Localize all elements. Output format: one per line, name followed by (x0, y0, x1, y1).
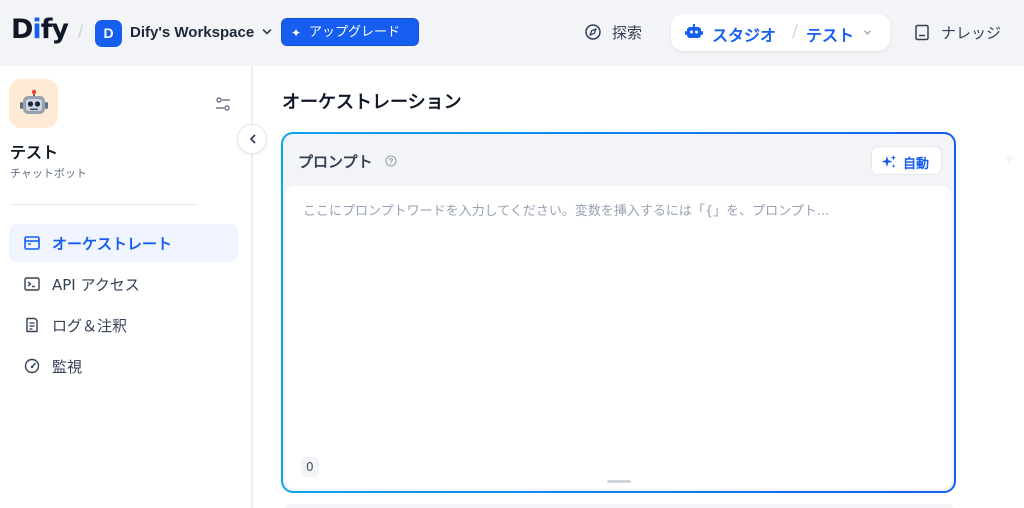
dashboard-gauge-icon (24, 358, 40, 374)
chevron-down-icon[interactable] (863, 28, 872, 37)
prompt-header: プロンプト 自動 (283, 134, 954, 186)
dify-logo[interactable]: Dify (11, 14, 69, 45)
auto-generate-label: 自動 (903, 157, 930, 172)
help-circle-icon[interactable] (385, 155, 397, 167)
chevron-left-icon (250, 134, 256, 144)
chevron-down-icon[interactable] (262, 27, 272, 37)
settings-sliders-icon[interactable] (214, 96, 232, 112)
book-icon (915, 24, 929, 41)
upgrade-button[interactable]: ✦ アップグレード (281, 18, 419, 46)
terminal-icon (24, 277, 40, 291)
prompt-label: プロンプト (298, 153, 373, 171)
nav-studio-label: スタジオ (712, 26, 777, 45)
robot-icon (685, 24, 703, 38)
app-name: テスト (10, 143, 59, 162)
sidebar-item-label: ログ＆注釈 (52, 317, 128, 335)
file-list-icon (26, 317, 38, 333)
orchestration-panel: オーケストレーション プロンプト 自動 ここにプロンプトワードを入力してください… (253, 66, 1024, 508)
nav-knowledge-label: ナレッジ (941, 24, 1002, 42)
prompt-placeholder: ここにプロンプトワードを入力してください。変数を挿入するには「{」を、プロンプト… (303, 204, 830, 219)
logo-text-pre: D (11, 14, 33, 45)
prompt-textarea[interactable]: ここにプロンプトワードを入力してください。変数を挿入するには「{」を、プロンプト… (285, 186, 952, 489)
sidebar-item-label: API アクセス (52, 276, 140, 294)
window-icon (24, 236, 40, 250)
upgrade-label: アップグレード (309, 25, 401, 40)
logo-text-accent: i (32, 14, 41, 45)
prompt-editor: プロンプト 自動 ここにプロンプトワードを入力してください。変数を挿入するには「… (281, 132, 956, 493)
app-type: チャットボット (10, 167, 87, 180)
sidebar-item-label: 監視 (52, 358, 83, 376)
logo-text-post: fy (40, 14, 69, 45)
app-sidebar: テスト チャットボット オーケストレート API アクセス ログ＆注釈 監視 (0, 66, 252, 508)
sparkle-icon: ✦ (291, 26, 302, 40)
magic-sparkles-icon (881, 155, 897, 168)
sidebar-item-label: オーケストレート (52, 235, 173, 253)
logo-separator: / (78, 22, 84, 42)
sidebar-item-logs-annotations[interactable]: ログ＆注釈 (9, 306, 238, 344)
compass-icon (585, 24, 601, 40)
sidebar-item-api-access[interactable]: API アクセス (9, 265, 238, 303)
sidebar-item-monitoring[interactable]: 監視 (9, 347, 238, 385)
prompt-editor-inner: プロンプト 自動 ここにプロンプトワードを入力してください。変数を挿入するには「… (283, 134, 954, 491)
resize-handle[interactable] (607, 480, 631, 483)
page-title: オーケストレーション (282, 92, 462, 113)
nav-studio[interactable]: スタジオ / テスト (671, 14, 890, 51)
workspace-avatar[interactable]: D (95, 20, 122, 47)
current-app-selector[interactable]: テスト (806, 22, 854, 46)
sidebar-collapse-button[interactable] (237, 124, 267, 154)
decorative-arrow-icon (1006, 156, 1016, 165)
app-icon[interactable] (9, 79, 58, 128)
auto-generate-button[interactable]: 自動 (871, 146, 942, 175)
top-navigation-bar: Dify / D Dify's Workspace ✦ アップグレード 探索 ス… (0, 0, 1024, 64)
sidebar-item-orchestrate[interactable]: オーケストレート (9, 224, 238, 262)
next-section-card (283, 504, 955, 508)
nav-explore-label: 探索 (612, 24, 643, 42)
workspace-name[interactable]: Dify's Workspace (130, 24, 254, 41)
character-count-badge: 0 (301, 457, 319, 477)
sidebar-divider (10, 204, 198, 205)
breadcrumb-separator: / (792, 22, 798, 42)
robot-emoji-icon (19, 89, 48, 114)
